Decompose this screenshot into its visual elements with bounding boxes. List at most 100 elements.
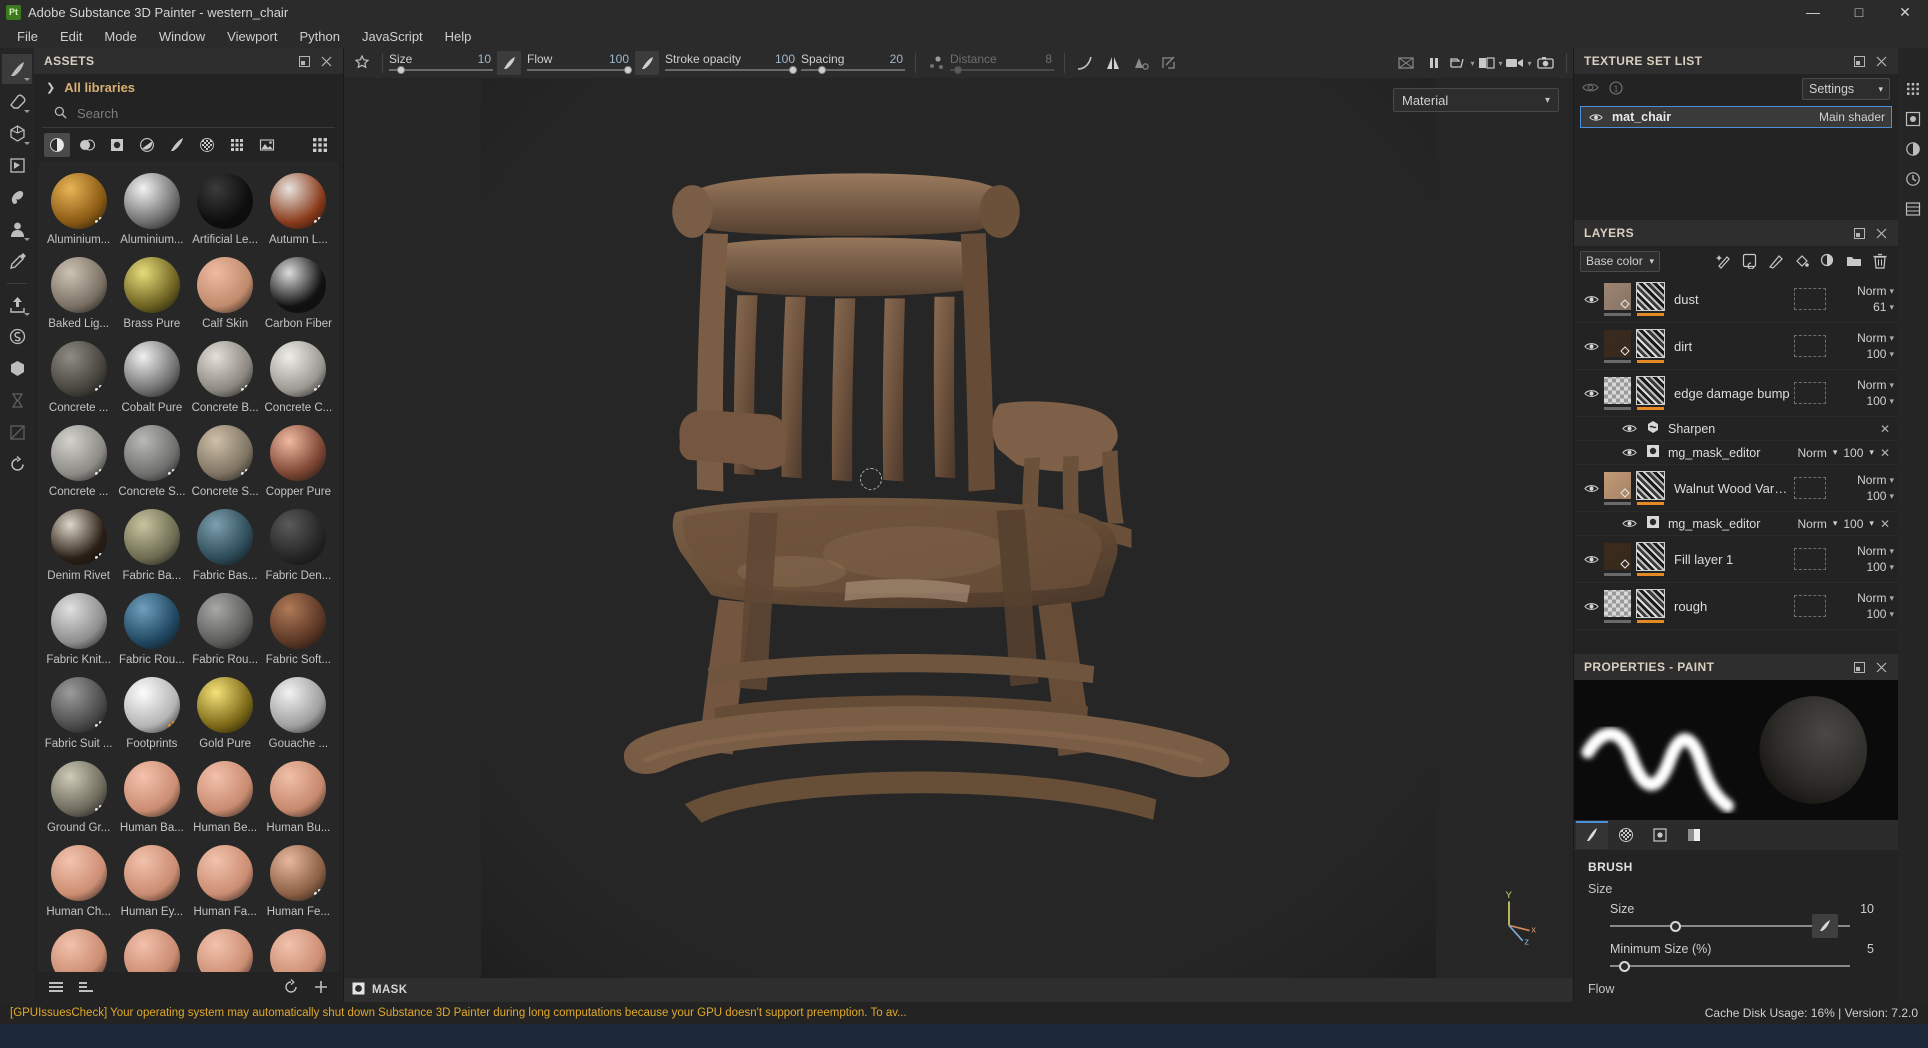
remove-effect-icon[interactable]: ✕ [1880,517,1890,531]
visibility-eye-icon[interactable] [1587,112,1605,123]
param-slider[interactable] [950,66,1054,75]
import-resources-icon[interactable] [74,976,98,998]
grid-view-icon[interactable] [307,133,333,157]
environments-filter[interactable] [254,133,280,157]
visibility-eye-icon[interactable] [1582,601,1600,612]
menu-help[interactable]: Help [434,26,483,47]
asset-item[interactable]: Concrete S... [189,420,262,504]
smart-materials-filter[interactable] [74,133,100,157]
layer-blend-mode[interactable]: Norm ▾ [1857,331,1894,345]
layer-blend-swatch[interactable] [1794,548,1826,570]
slider-knob[interactable] [397,66,406,74]
asset-item[interactable]: Aluminium... [42,168,115,252]
disabled-tool[interactable] [2,417,32,447]
param-slider[interactable] [801,66,905,75]
asset-item[interactable]: Concrete C... [262,336,335,420]
asset-item[interactable]: Gold Pure [189,672,262,756]
slider-knob[interactable] [1669,920,1681,932]
asset-item[interactable]: Artificial Le... [189,168,262,252]
layer-content-thumb[interactable] [1604,376,1631,404]
asset-item[interactable]: Fabric Rou... [115,588,188,672]
alphas-filter[interactable] [194,133,220,157]
asset-item[interactable]: Fabric Knit... [42,588,115,672]
property-slider[interactable] [1610,914,1850,938]
material-view-icon[interactable]: ▾ [1476,50,1504,76]
asset-item[interactable]: Human Bu... [262,756,335,840]
menu-edit[interactable]: Edit [49,26,93,47]
channel-dropdown[interactable]: Base color ▾ [1580,250,1660,272]
layer-blend-mode[interactable]: Norm ▾ [1857,378,1894,392]
add-paint-layer-icon[interactable] [1764,249,1788,273]
display-settings-icon[interactable] [1900,76,1926,102]
list-item[interactable]: mg_mask_editor Norm ▾ 100 ▾ ✕ [1574,441,1898,465]
info-icon[interactable]: 1 [1609,80,1623,98]
list-item[interactable]: Sharpen ✕ [1574,417,1898,441]
param-slider[interactable] [389,66,493,75]
polygon-fill-tool[interactable] [2,150,32,180]
add-adjustment-icon[interactable] [1816,249,1840,273]
visibility-eye-icon[interactable] [1620,518,1638,529]
asset-item[interactable]: Aluminium... [115,168,188,252]
layer-opacity[interactable]: 100 ▾ [1866,489,1894,503]
menu-window[interactable]: Window [148,26,216,47]
visibility-eye-icon[interactable] [1582,483,1600,494]
layer-blend-swatch[interactable] [1794,477,1826,499]
asset-item[interactable]: Human Ch... [42,840,115,924]
layer-opacity[interactable]: 100 ▾ [1866,607,1894,621]
table-row[interactable]: rough Norm ▾ 100 ▾ [1574,583,1898,630]
property-value[interactable]: 5 [1867,942,1874,956]
viewport-settings-icon[interactable] [1392,50,1420,76]
brushes-filter[interactable] [164,133,190,157]
visibility-eye-icon[interactable] [1582,341,1600,352]
layer-blend-swatch[interactable] [1794,382,1826,404]
refresh-tool[interactable] [2,449,32,479]
asset-item[interactable]: Concrete ... [42,336,115,420]
eraser-tool[interactable] [2,86,32,116]
menu-viewport[interactable]: Viewport [216,26,288,47]
param-spacing[interactable]: Spacing 20 [801,48,905,78]
layer-content-thumb[interactable] [1604,282,1631,310]
effect-blend-mode[interactable]: Norm [1798,446,1827,460]
effect-opacity[interactable]: 100 [1843,517,1863,531]
slider-knob[interactable] [623,66,632,74]
layer-mask-thumb[interactable] [1636,375,1665,405]
layer-blend-mode[interactable]: Norm ▾ [1857,591,1894,605]
material-tab[interactable] [1678,821,1710,849]
asset-item[interactable]: Human Fe... [262,840,335,924]
asset-item[interactable]: Human He... [189,924,262,972]
properties-close-icon[interactable] [1870,656,1892,678]
viewport-3d[interactable]: Material ▾ Y x z [344,78,1573,978]
layer-opacity[interactable]: 100 ▾ [1866,347,1894,361]
screenshot-icon[interactable] [1532,50,1560,76]
visibility-eye-icon[interactable] [1620,423,1638,434]
table-row[interactable]: Fill layer 1 Norm ▾ 100 ▾ [1574,536,1898,583]
visibility-eye-icon[interactable] [1582,554,1600,565]
smart-masks-filter[interactable] [134,133,160,157]
asset-item[interactable]: Fabric Den... [262,504,335,588]
clone-tool[interactable] [2,214,32,244]
texture-set-row[interactable]: mat_chair Main shader [1580,106,1892,128]
asset-item[interactable]: Fabric Bas... [189,504,262,588]
asset-item[interactable]: Brass Pure [115,252,188,336]
layers-list[interactable]: dust Norm ▾ 61 ▾ dirt Norm ▾ 100 ▾ edge damage bum… [1574,276,1898,654]
asset-item[interactable]: Human Ba... [115,756,188,840]
texture-set-settings-dropdown[interactable]: Settings ▾ [1802,78,1890,100]
asset-item[interactable]: Human Le... [262,924,335,972]
assets-grid-container[interactable]: Aluminium... Aluminium... Artificial Le...… [38,162,339,972]
texture-set-float-icon[interactable] [1848,50,1870,72]
close-button[interactable]: ✕ [1882,0,1928,24]
materials-filter[interactable] [44,133,70,157]
layer-blend-mode[interactable]: Norm ▾ [1857,473,1894,487]
asset-item[interactable]: Human Fa... [189,840,262,924]
refresh-icon[interactable] [279,976,303,998]
asset-item[interactable]: Baked Lig... [42,252,115,336]
add-icon[interactable] [309,976,333,998]
asset-item[interactable]: Fabric Soft... [262,588,335,672]
layer-blend-mode[interactable]: Norm ▾ [1857,544,1894,558]
projection-tool[interactable] [2,118,32,148]
properties-float-icon[interactable] [1848,656,1870,678]
layers-close-icon[interactable] [1870,222,1892,244]
textures-filter[interactable] [224,133,250,157]
param-slider[interactable] [665,66,798,75]
masks-filter[interactable] [104,133,130,157]
